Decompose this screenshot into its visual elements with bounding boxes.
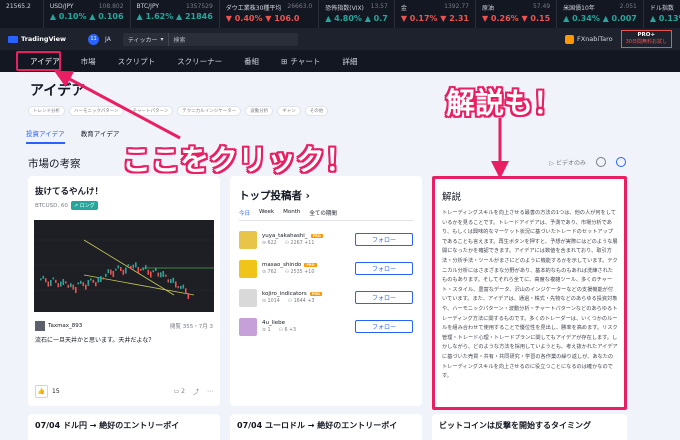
annotation-arrows <box>54 70 509 179</box>
annotation-click-here: ここをクリック！ <box>122 143 355 177</box>
arrow-to-ideas <box>54 70 181 140</box>
annotation-explanation-too: 解説も！ <box>446 86 563 120</box>
